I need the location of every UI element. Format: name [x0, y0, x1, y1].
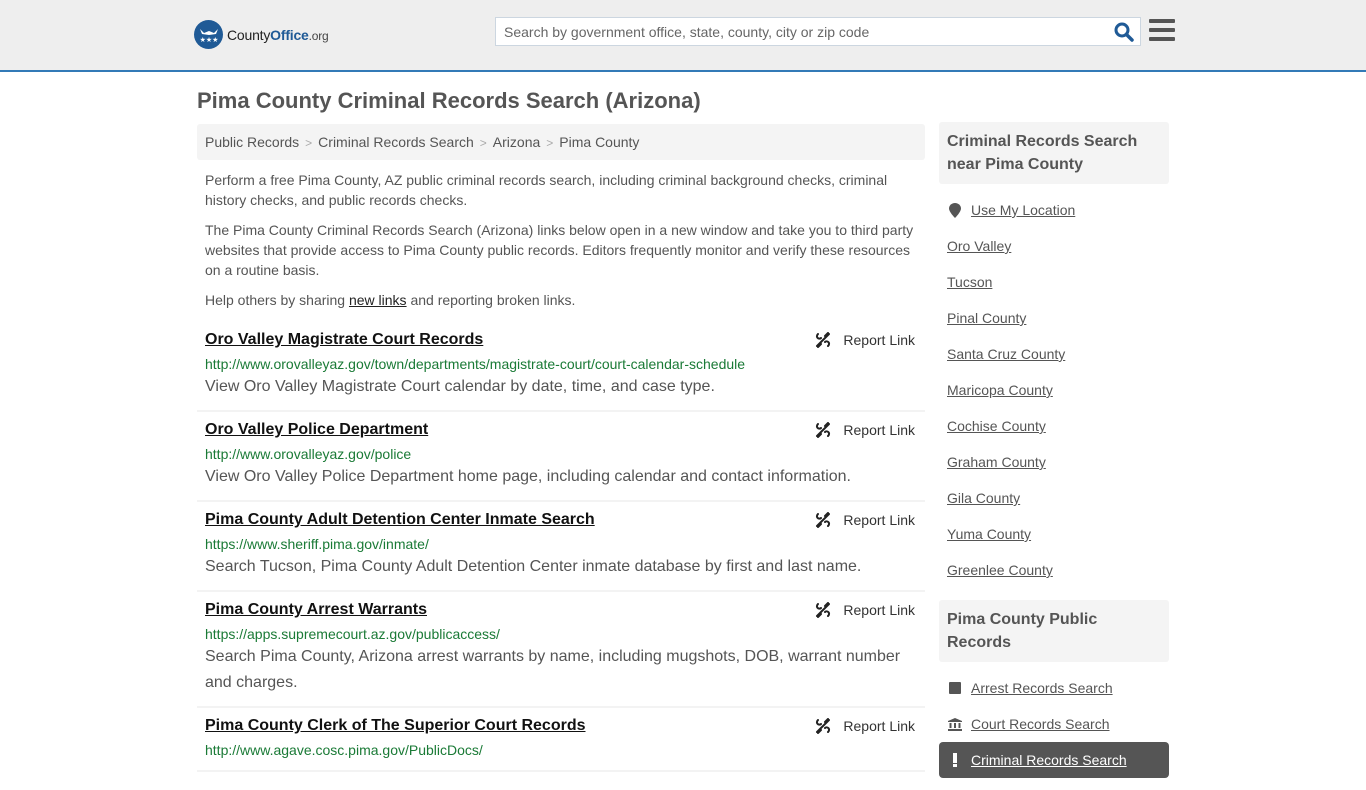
breadcrumb: Public Records > Criminal Records Search > A…	[197, 124, 925, 160]
result-item: Pima County Adult Detention Center Inmat…	[197, 502, 925, 592]
result-title-link[interactable]: Pima County Adult Detention Center Inmat…	[205, 510, 595, 530]
intro-paragraph-3: Help others by sharing new links and rep…	[205, 292, 576, 308]
report-link-button[interactable]: Report Link	[815, 512, 915, 528]
intro-paragraph-2: The Pima County Criminal Records Search …	[205, 222, 914, 278]
nearby-item: Oro Valley	[947, 228, 1161, 264]
intro-paragraph-1: Perform a free Pima County, AZ public cr…	[205, 172, 888, 208]
public-records-heading: Pima County Public Records	[939, 600, 1169, 662]
nearby-item: Greenlee County	[947, 552, 1161, 588]
result-url: http://www.orovalleyaz.gov/police	[205, 446, 412, 462]
courthouse-icon	[947, 717, 963, 731]
use-my-location-link[interactable]: Use My Location	[971, 202, 1075, 218]
intro-text: Perform a free Pima County, AZ public cr…	[205, 170, 920, 320]
page-title: Pima County Criminal Records Search (Ari…	[197, 88, 701, 113]
broken-link-icon	[816, 512, 831, 528]
result-url: https://apps.supremecourt.az.gov/publica…	[205, 626, 500, 642]
use-my-location-item: Use My Location	[947, 192, 1161, 228]
result-title-link[interactable]: Pima County Arrest Warrants	[205, 600, 427, 620]
nearby-item: Yuma County	[947, 516, 1161, 552]
nearby-item: Gila County	[947, 480, 1161, 516]
map-pin-icon	[947, 202, 963, 218]
nearby-link-pinal-county[interactable]: Pinal County	[947, 310, 1026, 326]
nearby-link-gila-county[interactable]: Gila County	[947, 490, 1020, 506]
broken-link-icon	[816, 332, 831, 348]
nearby-link-yuma-county[interactable]: Yuma County	[947, 526, 1031, 542]
nearby-list: Use My Location Oro Valley Tucson Pinal …	[939, 184, 1169, 600]
nearby-link-graham-county[interactable]: Graham County	[947, 454, 1046, 470]
result-item: Oro Valley Magistrate Court Records http…	[197, 322, 925, 412]
result-description: View Oro Valley Magistrate Court calenda…	[205, 378, 715, 395]
broken-link-icon	[816, 602, 831, 618]
breadcrumb-public-records[interactable]: Public Records	[205, 134, 299, 150]
nearby-link-tucson[interactable]: Tucson	[947, 274, 992, 290]
breadcrumb-separator: >	[305, 136, 313, 150]
site-header: ★★★ CountyOffice.org	[0, 0, 1366, 72]
nearby-item: Tucson	[947, 264, 1161, 300]
nearby-link-cochise-county[interactable]: Cochise County	[947, 418, 1046, 434]
nearby-item: Pinal County	[947, 300, 1161, 336]
result-url: https://www.sheriff.pima.gov/inmate/	[205, 536, 429, 552]
results-list: Oro Valley Magistrate Court Records http…	[197, 322, 925, 772]
criminal-records-search-link[interactable]: Criminal Records Search	[971, 752, 1127, 768]
sidebar: Criminal Records Search near Pima County…	[939, 122, 1169, 790]
square-icon	[947, 682, 963, 694]
result-description: Search Pima County, Arizona arrest warra…	[205, 648, 901, 691]
new-links-link[interactable]: new links	[349, 292, 407, 308]
hamburger-menu-icon[interactable]	[1149, 19, 1175, 43]
broken-link-icon	[816, 422, 831, 438]
result-description: Search Tucson, Pima County Adult Detenti…	[205, 558, 862, 575]
result-title-link[interactable]: Oro Valley Magistrate Court Records	[205, 330, 483, 350]
result-item: Pima County Arrest Warrants https://apps…	[197, 592, 925, 708]
public-records-item: Arrest Records Search	[947, 670, 1161, 706]
report-link-button[interactable]: Report Link	[815, 718, 915, 734]
exclamation-icon	[947, 753, 963, 767]
public-records-item: Court Records Search	[947, 706, 1161, 742]
nearby-link-maricopa-county[interactable]: Maricopa County	[947, 382, 1053, 398]
result-description: View Oro Valley Police Department home p…	[205, 468, 851, 485]
result-url: http://www.orovalleyaz.gov/town/departme…	[205, 356, 746, 372]
breadcrumb-separator: >	[546, 136, 554, 150]
search-input[interactable]	[496, 18, 1106, 45]
result-title-link[interactable]: Oro Valley Police Department	[205, 420, 428, 440]
search-icon[interactable]	[1114, 22, 1134, 42]
nearby-link-greenlee-county[interactable]: Greenlee County	[947, 562, 1053, 578]
site-logo[interactable]: ★★★ CountyOffice.org	[194, 20, 329, 49]
search-bar	[495, 17, 1141, 46]
court-records-search-link[interactable]: Court Records Search	[971, 716, 1110, 732]
result-url: http://www.agave.cosc.pima.gov/PublicDoc…	[205, 742, 483, 758]
breadcrumb-arizona[interactable]: Arizona	[493, 134, 540, 150]
logo-text: CountyOffice.org	[227, 26, 329, 43]
breadcrumb-pima-county[interactable]: Pima County	[559, 134, 639, 150]
nearby-item: Maricopa County	[947, 372, 1161, 408]
arrest-records-search-link[interactable]: Arrest Records Search	[971, 680, 1113, 696]
eagle-stars-logo-icon: ★★★	[194, 20, 223, 49]
nearby-item: Graham County	[947, 444, 1161, 480]
nearby-item: Santa Cruz County	[947, 336, 1161, 372]
nearby-heading: Criminal Records Search near Pima County	[939, 122, 1169, 184]
breadcrumb-separator: >	[479, 136, 487, 150]
nearby-item: Cochise County	[947, 408, 1161, 444]
report-link-button[interactable]: Report Link	[815, 422, 915, 438]
public-records-item-active: Criminal Records Search	[939, 742, 1169, 778]
nearby-link-oro-valley[interactable]: Oro Valley	[947, 238, 1011, 254]
breadcrumb-criminal-records-search[interactable]: Criminal Records Search	[318, 134, 474, 150]
nearby-link-santa-cruz-county[interactable]: Santa Cruz County	[947, 346, 1065, 362]
report-link-button[interactable]: Report Link	[815, 332, 915, 348]
broken-link-icon	[816, 718, 831, 734]
result-title-link[interactable]: Pima County Clerk of The Superior Court …	[205, 716, 586, 736]
result-item: Pima County Clerk of The Superior Court …	[197, 708, 925, 772]
public-records-list: Arrest Records Search Court Records Sear…	[939, 662, 1169, 790]
svg-text:★★★: ★★★	[199, 36, 218, 44]
report-link-button[interactable]: Report Link	[815, 602, 915, 618]
result-item: Oro Valley Police Department http://www.…	[197, 412, 925, 502]
